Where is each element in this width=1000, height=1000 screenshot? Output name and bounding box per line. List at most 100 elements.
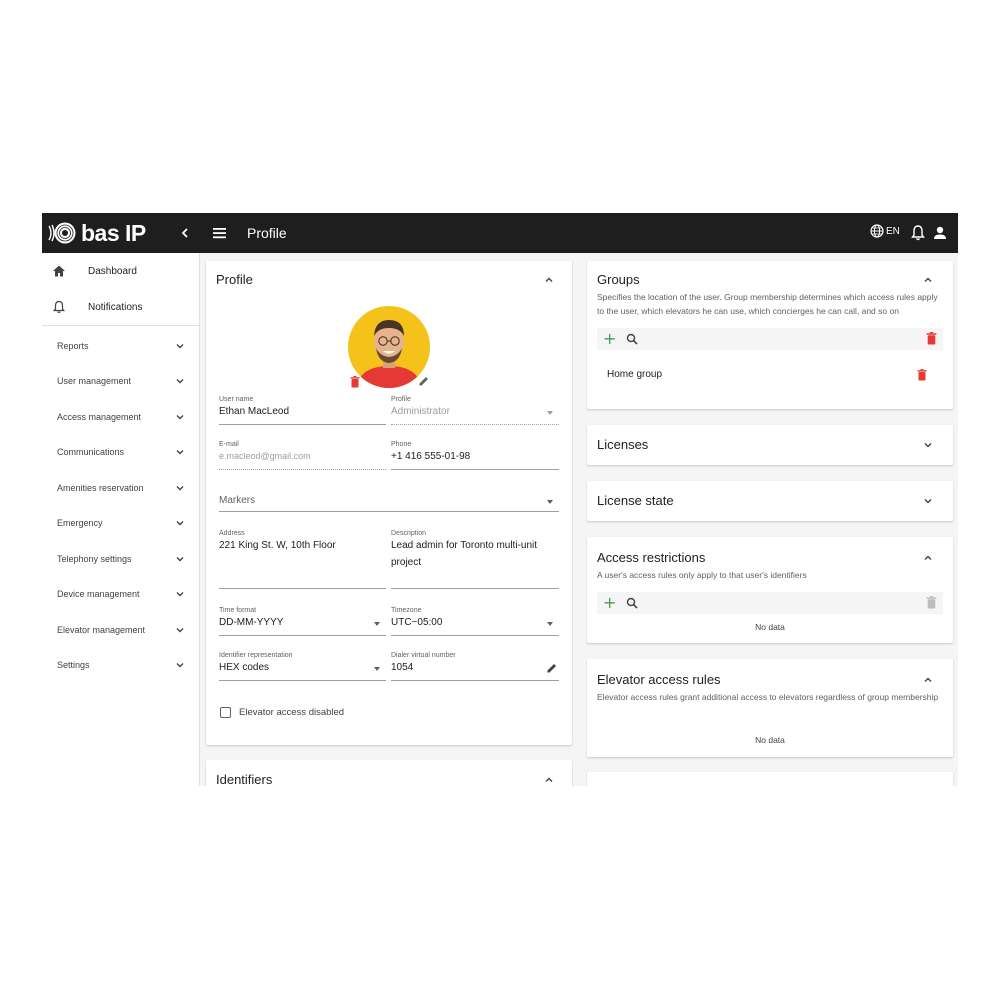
field-underline (219, 680, 386, 681)
identifiers-card: Identifiers (206, 760, 572, 786)
phone-field[interactable]: Phone +1 416 555-01-98 (391, 441, 559, 471)
sidebar-item-reports[interactable]: Reports (42, 328, 199, 364)
identifier-representation-label: Identifier representation (219, 652, 293, 659)
group-name: Home group (607, 369, 663, 380)
access-restrictions-toolbar: + (597, 592, 943, 614)
field-underline (219, 511, 559, 512)
profile-select[interactable]: Profile Administrator (391, 396, 559, 426)
chevron-down-icon (176, 521, 184, 526)
elevator-rules-description: Elevator access rules grant additional a… (597, 692, 939, 702)
chevron-down-icon (176, 414, 184, 420)
field-underline (219, 469, 386, 470)
notifications-bell-icon[interactable] (910, 224, 926, 242)
sidebar-item-emergency[interactable]: Emergency (42, 506, 199, 542)
elevator-access-label: Elevator access disabled (239, 707, 345, 718)
address-value: 221 King St. W, 10th Floor (219, 540, 336, 551)
app-window: bas IP Profile EN Dashboard Notification… (42, 213, 958, 786)
chevron-down-icon[interactable] (923, 440, 933, 450)
add-restriction-icon[interactable]: + (603, 595, 616, 611)
dropdown-arrow-icon (374, 622, 380, 626)
sidebar-item-label: Settings (57, 660, 90, 671)
add-group-icon[interactable]: + (603, 331, 616, 347)
licenses-card-title: Licenses (597, 437, 649, 452)
dialer-number-field[interactable]: Dialer virtual number 1054 (391, 652, 559, 682)
dropdown-arrow-icon (374, 667, 380, 671)
sidebar-item-elevator-management[interactable]: Elevator management (42, 612, 199, 648)
user-name-field[interactable]: User name Ethan MacLeod (219, 396, 386, 426)
sidebar-item-access-management[interactable]: Access management (42, 399, 199, 435)
chevron-down-icon (176, 343, 184, 349)
sidebar-item-user-management[interactable]: User management (42, 364, 199, 400)
license-state-card[interactable]: License state (587, 481, 953, 521)
chevron-up-icon[interactable] (544, 275, 554, 285)
chevron-up-icon[interactable] (544, 775, 554, 785)
page-title: Profile (247, 225, 287, 241)
user-name-value: Ethan MacLeod (219, 406, 290, 417)
groups-card: Groups Specifies the location of the use… (587, 261, 953, 409)
profile-card-title: Profile (216, 272, 253, 287)
access-restrictions-description: A user's access rules only apply to that… (597, 570, 807, 580)
delete-icon-disabled (926, 596, 937, 609)
collapse-sidebar-icon[interactable] (175, 223, 195, 243)
delete-icon[interactable] (926, 332, 937, 345)
sidebar-item-label: Elevator management (57, 624, 146, 635)
sidebar-item-settings[interactable]: Settings (42, 648, 199, 684)
chevron-down-icon (176, 485, 184, 491)
field-underline (391, 588, 559, 589)
chevron-up-icon[interactable] (923, 275, 933, 285)
identifier-representation-select[interactable]: Identifier representation HEX codes (219, 652, 386, 682)
sidebar-item-dashboard[interactable]: Dashboard (42, 253, 199, 289)
description-field[interactable]: Description Lead admin for Toronto multi… (391, 530, 559, 590)
description-line-1: Lead admin for Toronto multi-unit (391, 540, 538, 551)
top-bar: bas IP Profile EN (42, 213, 958, 253)
account-icon[interactable] (932, 224, 948, 242)
field-underline (391, 680, 559, 681)
description-label: Description (391, 530, 427, 537)
access-restrictions-title: Access restrictions (597, 550, 706, 565)
groups-description: Specifies the location of the user. Grou… (597, 292, 938, 316)
markers-select[interactable]: Markers (219, 495, 559, 513)
sidebar-item-label: Access management (57, 411, 142, 422)
search-icon[interactable] (626, 333, 638, 345)
chevron-up-icon[interactable] (923, 553, 933, 563)
list-item[interactable]: Home group (597, 361, 943, 389)
field-underline (391, 469, 559, 470)
logo: bas IP (47, 220, 146, 246)
sidebar-item-device-management[interactable]: Device management (42, 577, 199, 613)
field-underline (391, 424, 559, 425)
email-field: E-mail e.macleod@gmail.com (219, 441, 386, 471)
time-format-select[interactable]: Time format DD-MM-YYYY (219, 607, 386, 637)
home-icon (53, 265, 65, 277)
menu-icon[interactable] (210, 223, 230, 243)
logo-icon (48, 222, 76, 244)
profile-card: Profile User name Ethan MacLeod Profile … (206, 261, 572, 745)
elevator-rules-card: Elevator access rules Elevator access ru… (587, 659, 953, 757)
chevron-up-icon[interactable] (923, 675, 933, 685)
sidebar-item-telephony-settings[interactable]: Telephony settings (42, 541, 199, 577)
language-switcher[interactable]: EN (870, 224, 900, 238)
field-underline (391, 635, 559, 636)
dropdown-arrow-icon (547, 411, 553, 415)
address-field[interactable]: Address 221 King St. W, 10th Floor (219, 530, 386, 590)
elevator-rules-title: Elevator access rules (597, 672, 721, 687)
sidebar-item-communications[interactable]: Communications (42, 435, 199, 471)
chevron-down-icon[interactable] (923, 496, 933, 506)
delete-photo-icon[interactable] (350, 376, 360, 388)
search-icon[interactable] (626, 597, 638, 609)
user-name-label: User name (219, 396, 254, 403)
description-line-2: project (391, 557, 422, 568)
email-value: e.macleod@gmail.com (219, 451, 311, 461)
sidebar-item-notifications[interactable]: Notifications (42, 289, 199, 325)
edit-pencil-icon[interactable] (546, 662, 558, 674)
profile-select-value: Administrator (391, 406, 450, 417)
field-underline (219, 424, 386, 425)
licenses-card[interactable]: Licenses (587, 425, 953, 465)
sidebar-item-label: Dashboard (88, 265, 137, 277)
elevator-access-checkbox[interactable] (220, 707, 231, 718)
globe-icon (870, 224, 884, 238)
delete-icon[interactable] (917, 369, 927, 381)
sidebar-item-amenities-reservation[interactable]: Amenities reservation (42, 470, 199, 506)
timezone-select[interactable]: Timezone UTC−05:00 (391, 607, 559, 637)
edit-photo-icon[interactable] (418, 375, 430, 387)
groups-card-title: Groups (597, 272, 640, 287)
